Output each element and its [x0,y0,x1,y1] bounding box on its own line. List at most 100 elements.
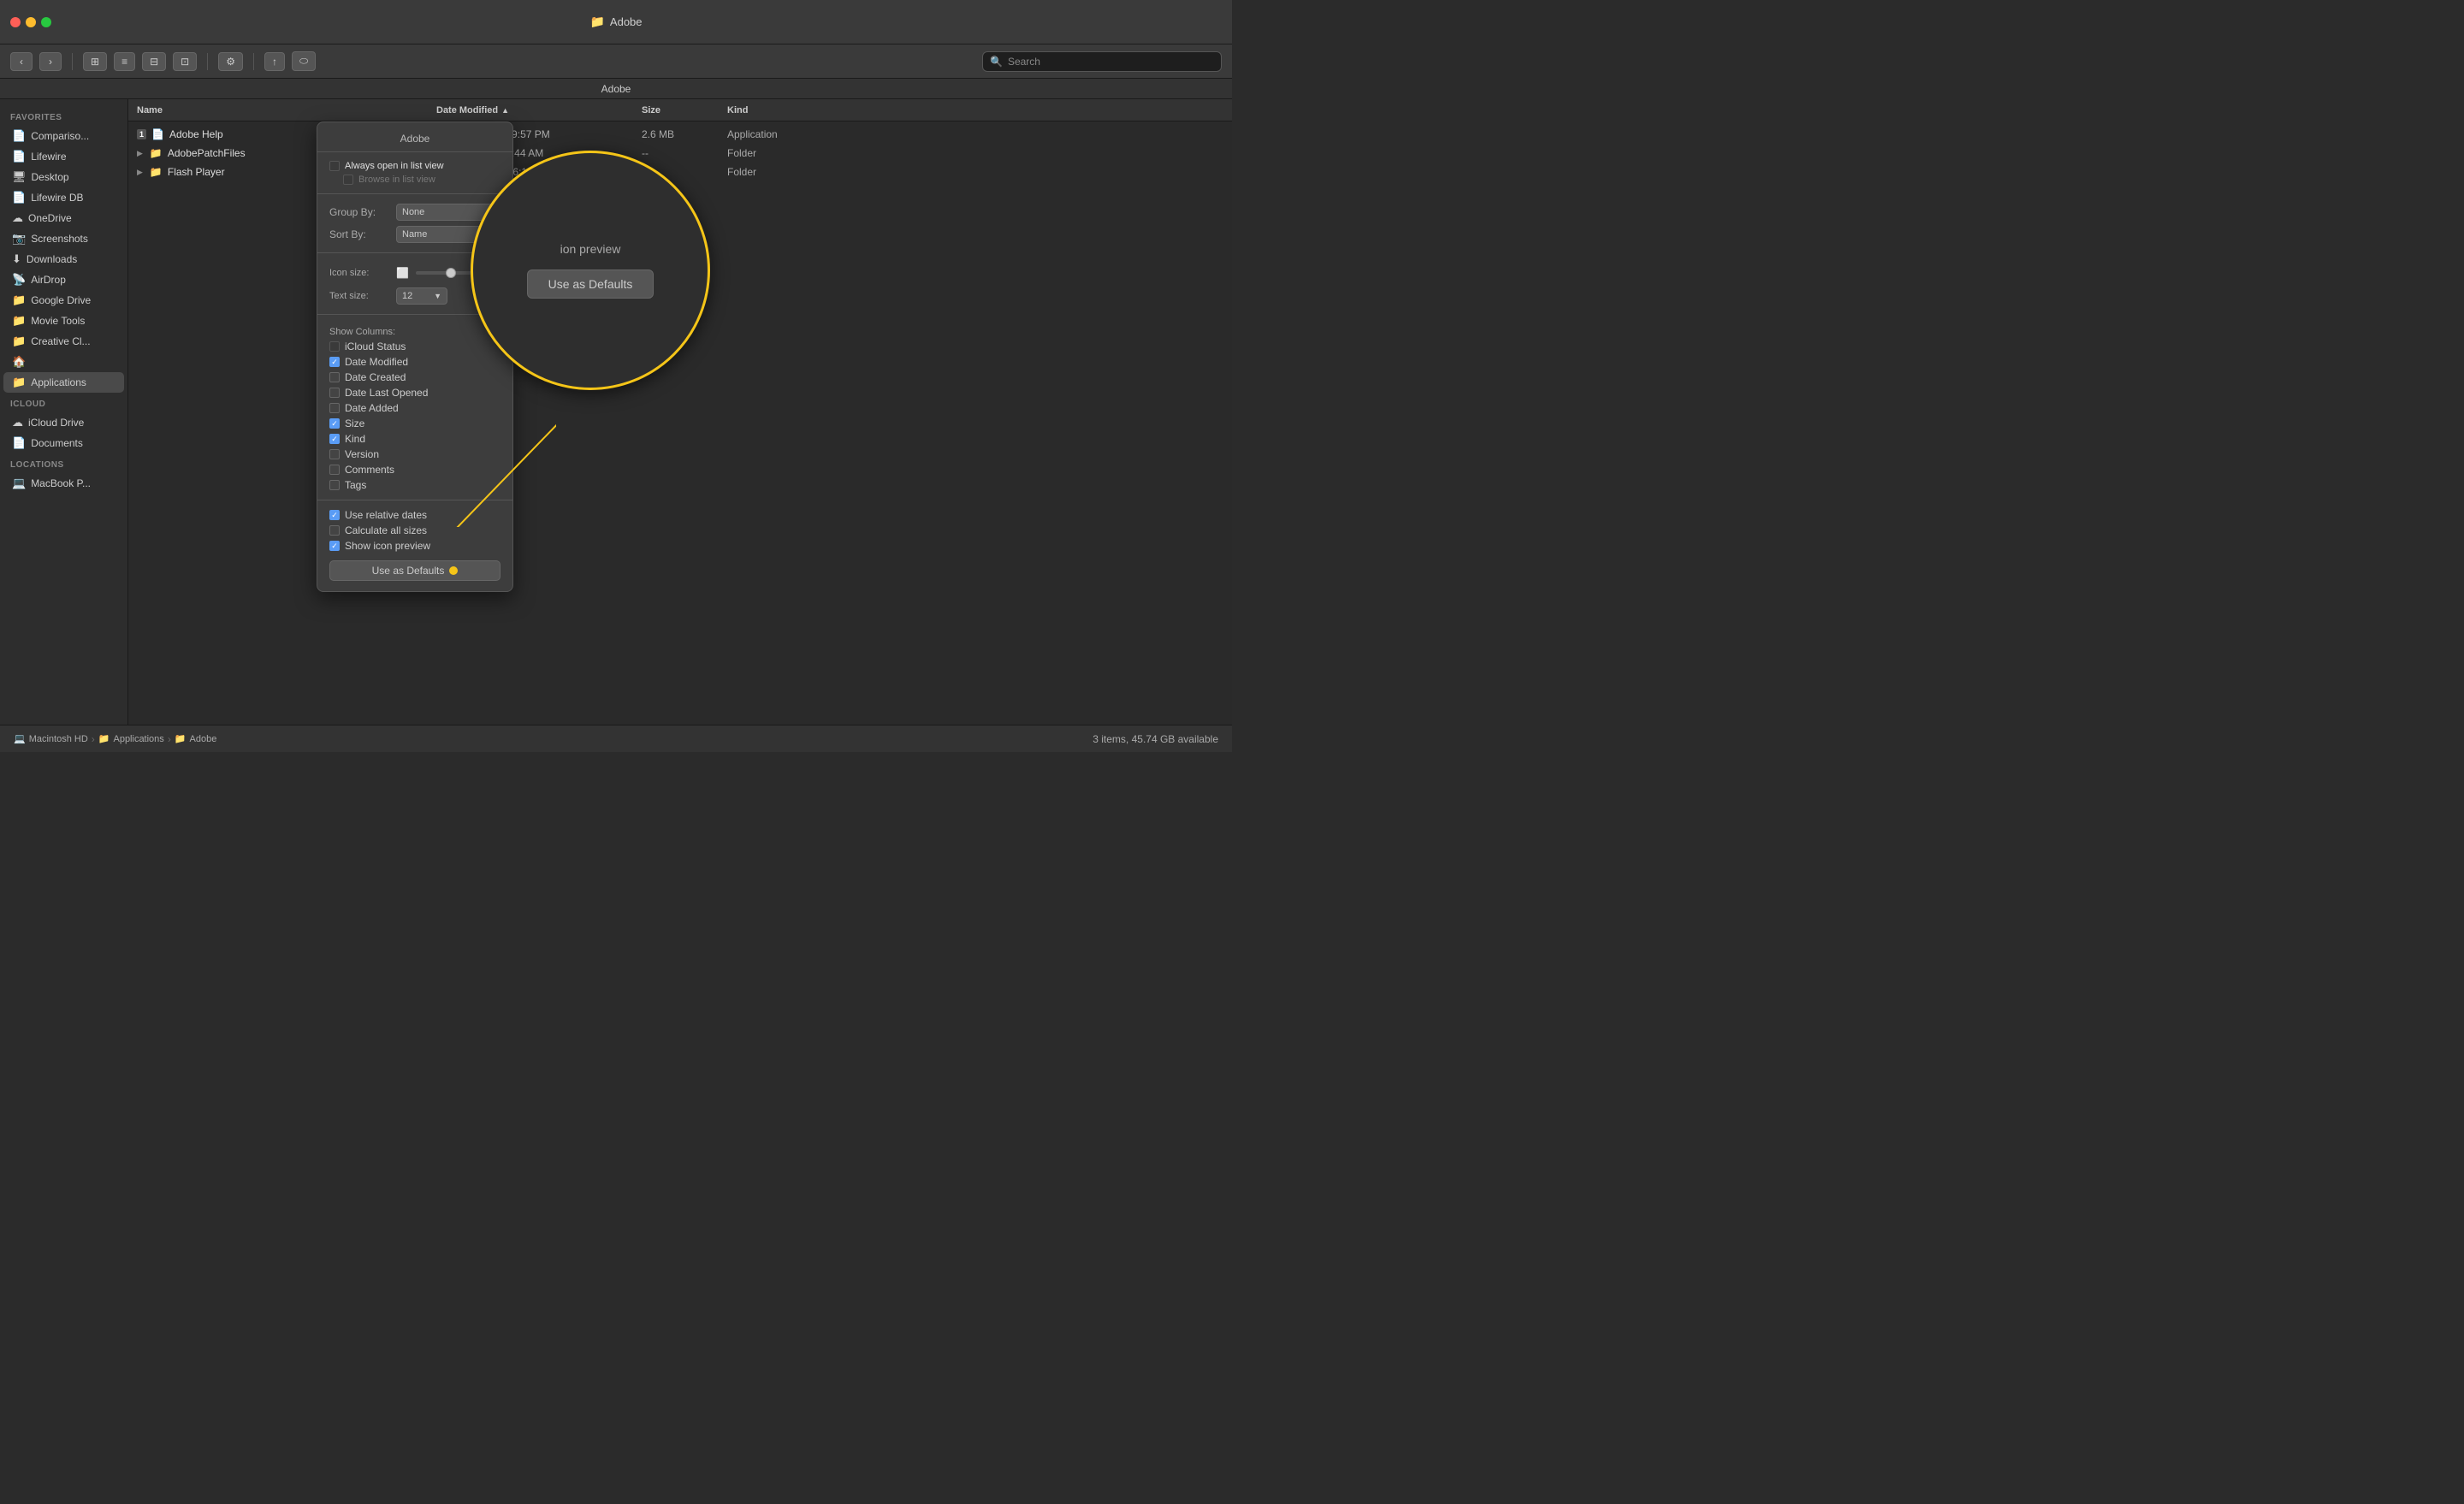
col-size-checkbox[interactable]: ✓ [329,418,340,429]
vop-col-date-last-opened: Date Last Opened [317,385,512,400]
show-icon-preview-checkbox[interactable]: ✓ [329,541,340,551]
sidebar-item-documents[interactable]: 📄 Documents [3,433,124,453]
vop-calculate-all-sizes: Calculate all sizes [317,523,512,538]
sidebar-item-movie-tools[interactable]: 📁 Movie Tools [3,311,124,331]
sidebar-item-home[interactable]: 🏠 [3,352,124,372]
lifewire-icon: 📄 [12,150,26,163]
always-open-label: Always open in list view [345,161,444,171]
sidebar-item-icloud-drive[interactable]: ☁ iCloud Drive [3,412,124,433]
sidebar-item-label: Lifewire DB [31,192,83,204]
maximize-button[interactable] [41,17,51,27]
col-comments-checkbox[interactable] [329,465,340,475]
airdrop-icon: 📡 [12,273,26,287]
sidebar-item-google-drive[interactable]: 📁 Google Drive [3,290,124,311]
adobe-folder-icon: 📁 [175,733,187,744]
col-kind-label: Kind [345,433,365,445]
status-bar: 💻 Macintosh HD › 📁 Applications › 📁 Adob… [0,725,1232,752]
sidebar-item-lifewire-db[interactable]: 📄 Lifewire DB [3,187,124,208]
close-button[interactable] [10,17,21,27]
view-columns-button[interactable]: ⊟ [142,52,166,71]
sidebar-item-onedrive[interactable]: ☁ OneDrive [3,208,124,228]
vop-divider-1 [317,193,512,194]
content-area: Name Date Modified ▲ Size Kind 1 📄 Adobe… [128,99,1232,725]
col-icloud-checkbox[interactable] [329,341,340,352]
lifewire-db-icon: 📄 [12,191,26,204]
forward-button[interactable]: › [39,52,62,71]
breadcrumb-applications[interactable]: 📁 Applications [98,733,164,744]
icloud-header: iCloud [0,393,127,412]
col-tags-checkbox[interactable] [329,480,340,490]
sidebar-item-applications[interactable]: 📁 Applications [3,372,124,393]
col-date-modified-checkbox[interactable]: ✓ [329,357,340,367]
sidebar-item-creative[interactable]: 📁 Creative Cl... [3,331,124,352]
vop-always-open-row: Always open in list view [317,159,512,173]
col-version-checkbox[interactable] [329,449,340,459]
sort-arrow-icon: ▲ [501,106,509,115]
sidebar: Favorites 📄 Compariso... 📄 Lifewire 🖥 De… [0,99,128,725]
action-button[interactable]: ⚙ [218,52,243,71]
back-button[interactable]: ‹ [10,52,33,71]
tag-button[interactable]: ⬭ [292,51,316,71]
col-version-label: Version [345,448,379,460]
documents-icon: 📄 [12,436,26,450]
breadcrumb-sep-2: › [168,733,171,745]
text-size-select[interactable]: 12 ▼ [396,287,447,305]
sidebar-item-label: iCloud Drive [28,417,84,429]
use-relative-dates-label: Use relative dates [345,509,427,521]
slider-thumb [446,268,456,278]
minimize-button[interactable] [26,17,36,27]
file-label: Flash Player [168,166,225,178]
sidebar-item-label: Creative Cl... [31,335,90,347]
table-row[interactable]: ▶ 📁 Flash Player May 30, 2012 at 6:12 PM… [128,163,1232,181]
use-as-defaults-button[interactable]: Use as Defaults [329,560,500,581]
sidebar-item-lifewire[interactable]: 📄 Lifewire [3,146,124,167]
search-icon: 🔍 [990,56,1003,68]
use-relative-dates-checkbox[interactable]: ✓ [329,510,340,520]
col-date-last-opened-checkbox[interactable] [329,388,340,398]
col-kind-header: Kind [727,105,748,115]
col-date-last-opened-label: Date Last Opened [345,387,428,399]
view-icons-button[interactable]: ⊞ [83,52,107,71]
view-gallery-button[interactable]: ⊡ [173,52,197,71]
browse-checkbox[interactable] [343,175,353,185]
sidebar-item-airdrop[interactable]: 📡 AirDrop [3,269,124,290]
sidebar-item-desktop[interactable]: 🖥 Desktop [3,167,124,187]
breadcrumb: 💻 Macintosh HD › 📁 Applications › 📁 Adob… [14,733,216,745]
sidebar-item-macbook[interactable]: 💻 MacBook P... [3,473,124,494]
col-kind-checkbox[interactable]: ✓ [329,434,340,444]
view-list-button[interactable]: ≡ [114,52,135,71]
magnifier-use-defaults-button[interactable]: Use as Defaults [527,269,654,299]
vop-col-comments: Comments [317,462,512,477]
breadcrumb-sep-1: › [92,733,95,745]
magnifier-section-label: ion preview [560,242,621,256]
breadcrumb-macintosh-hd[interactable]: 💻 Macintosh HD [14,733,88,744]
items-count: 3 items, 45.74 GB available [1093,733,1218,745]
table-row[interactable]: 1 📄 Adobe Help Nov 20, 2012 at 9:57 PM 2… [128,125,1232,144]
vop-browse-row: Browse in list view [317,173,512,187]
col-date-added-checkbox[interactable] [329,403,340,413]
col-date-added-label: Date Added [345,402,399,414]
file-type-icon: 📄 [151,128,164,140]
sidebar-item-label: Applications [31,376,86,388]
col-comments-label: Comments [345,464,394,476]
vop-use-relative-dates: ✓ Use relative dates [317,507,512,523]
vop-col-date-modified: ✓ Date Modified [317,354,512,370]
sidebar-item-label: Documents [31,437,83,449]
view-options-panel: Adobe Always open in list view Browse in… [317,121,513,592]
breadcrumb-adobe[interactable]: 📁 Adobe [175,733,217,744]
always-open-checkbox[interactable] [329,161,340,171]
col-date-created-checkbox[interactable] [329,372,340,382]
share-button[interactable]: ↑ [264,52,285,71]
search-bar[interactable]: 🔍 Search [982,51,1222,72]
sidebar-item-screenshots[interactable]: 📷 Screenshots [3,228,124,249]
table-row[interactable]: ▶ 📁 AdobePatchFiles Jul 3, 2015 at 11:44… [128,144,1232,163]
titlebar: 📁 Adobe [0,0,1232,44]
movie-tools-icon: 📁 [12,314,26,328]
calculate-all-sizes-checkbox[interactable] [329,525,340,536]
icon-size-label: Icon size: [329,268,389,278]
browse-label: Browse in list view [358,175,435,185]
slider-track [416,271,475,275]
sidebar-item-comparisons[interactable]: 📄 Compariso... [3,126,124,146]
col-name-header: Name [137,105,436,115]
sidebar-item-downloads[interactable]: ⬇ Downloads [3,249,124,269]
